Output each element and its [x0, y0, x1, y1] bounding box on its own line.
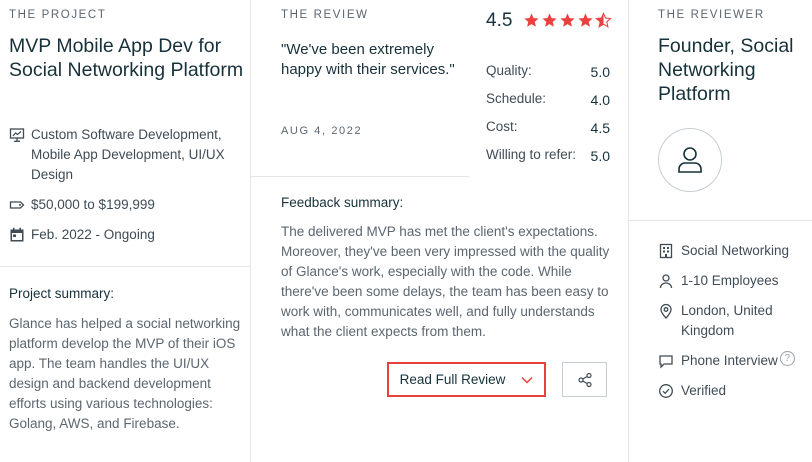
person-icon	[659, 274, 673, 289]
star-icon	[578, 13, 593, 27]
overall-rating: 4.5	[486, 10, 513, 31]
presentation-icon	[9, 128, 25, 142]
service-lines-row: Custom Software Development, Mobile App …	[9, 125, 245, 185]
user-icon	[678, 147, 702, 173]
reviewer-divider	[629, 220, 812, 221]
service-lines: Custom Software Development, Mobile App …	[31, 127, 225, 182]
star-icon	[524, 13, 539, 27]
score-value: 4.0	[590, 92, 610, 108]
review-quote: "We've been extremely happy with their s…	[281, 41, 455, 78]
share-icon	[577, 372, 592, 387]
map-pin-icon	[660, 303, 672, 319]
score-label: Quality:	[486, 63, 532, 78]
feedback-summary-label: Feedback summary:	[281, 195, 404, 210]
reviewer-verified: Verified	[681, 383, 727, 398]
review-divider	[251, 176, 469, 177]
reviewer-title: Founder, Social Networking Platform	[658, 35, 794, 105]
share-button[interactable]	[562, 362, 607, 397]
calendar-icon	[10, 227, 24, 242]
half-star-icon	[595, 12, 612, 28]
reviewer-location: London, United Kingdom	[681, 303, 773, 338]
interview-row: Phone Interview ?	[658, 351, 795, 371]
chevron-down-icon	[521, 376, 533, 384]
project-summary-label: Project summary:	[9, 286, 115, 301]
project-column: THE PROJECT MVP Mobile App Dev for Socia…	[0, 0, 251, 462]
budget: $50,000 to $199,999	[31, 197, 155, 212]
timeline-row: Feb. 2022 - Ongoing	[9, 225, 155, 245]
employees-row: 1-10 Employees	[658, 271, 779, 291]
building-icon	[659, 243, 673, 259]
score-value: 4.5	[590, 120, 610, 136]
chat-bubble-icon	[659, 355, 673, 369]
reviewer-employees: 1-10 Employees	[681, 273, 779, 288]
avatar	[658, 128, 722, 192]
star-icon	[560, 13, 575, 27]
verified-row: Verified	[658, 381, 726, 401]
help-icon[interactable]: ?	[779, 351, 795, 366]
reviewer-interview-type: Phone Interview	[681, 353, 778, 368]
read-full-review-button[interactable]: Read Full Review	[387, 362, 546, 397]
review-column: THE REVIEW "We've been extremely happy w…	[251, 0, 629, 462]
budget-row: $50,000 to $199,999	[9, 195, 155, 215]
project-summary-text: Glance has helped a social networking pl…	[9, 316, 241, 431]
feedback-summary-text: The delivered MVP has met the client's e…	[281, 224, 610, 339]
project-eyebrow: THE PROJECT	[9, 9, 107, 21]
industry-row: Social Networking	[658, 241, 789, 261]
reviewer-eyebrow: THE REVIEWER	[658, 9, 765, 21]
check-circle-icon	[659, 384, 673, 398]
location-row: London, United Kingdom	[658, 301, 808, 341]
score-label: Cost:	[486, 119, 518, 134]
project-title: MVP Mobile App Dev for Social Networking…	[9, 35, 244, 81]
reviewer-column: THE REVIEWER Founder, Social Networking …	[629, 0, 812, 462]
read-full-review-label: Read Full Review	[399, 372, 506, 387]
review-eyebrow: THE REVIEW	[281, 9, 369, 21]
score-value: 5.0	[590, 148, 610, 164]
price-tag-icon	[9, 201, 25, 209]
star-icon	[542, 13, 557, 27]
score-label: Schedule:	[486, 91, 547, 106]
star-rating	[523, 12, 613, 29]
score-value: 5.0	[590, 64, 610, 80]
review-date: AUG 4, 2022	[281, 125, 363, 137]
project-divider	[0, 266, 251, 267]
reviewer-industry: Social Networking	[681, 243, 790, 258]
score-label: Willing to refer:	[486, 147, 577, 162]
timeline: Feb. 2022 - Ongoing	[31, 227, 155, 242]
